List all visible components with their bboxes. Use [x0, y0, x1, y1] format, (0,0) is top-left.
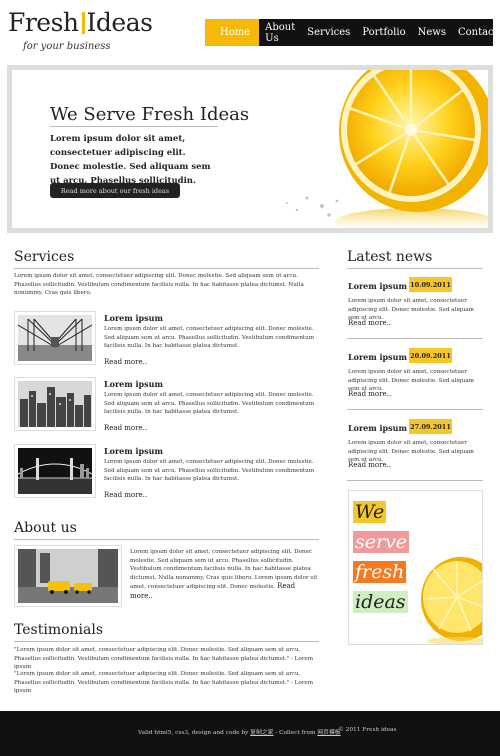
about-divider: [14, 539, 319, 540]
hero-read-more-button[interactable]: Read more about our fresh ideas: [50, 183, 180, 198]
service-title: Lorem ipsum: [104, 446, 163, 456]
news-divider: [347, 268, 483, 269]
news-heading: Latest news: [347, 249, 433, 265]
service-title: Lorem ipsum: [104, 313, 163, 323]
footer-credit-mid: - Collect from: [275, 730, 316, 736]
news-date-badge: 27.09.2011: [409, 419, 452, 434]
services-heading: Services: [14, 249, 75, 265]
news-title: Lorem ipsum: [348, 352, 407, 362]
news-date-badge: 10.09.2011: [409, 277, 452, 292]
bridge-thumbnail[interactable]: [14, 311, 96, 365]
testimonial-quote: "Lorem ipsum dolor sit amet, consectetue…: [14, 671, 314, 695]
footer-credit-prefix: Valid html5, css3, design and code by: [138, 730, 249, 736]
footer-copyright: © 2011 Fresh ideas: [338, 727, 397, 733]
promo-banner[interactable]: We serve fresh ideas: [348, 490, 483, 645]
testimonial-quote: "Lorem ipsum dolor sit amet, consectetue…: [14, 647, 314, 671]
night-bridge-thumbnail[interactable]: [14, 444, 96, 498]
nav-news[interactable]: News: [412, 19, 452, 46]
testimonials-heading: Testimonials: [14, 622, 104, 638]
nav-services[interactable]: Services: [301, 19, 356, 46]
logo-accent-bar: [81, 12, 85, 34]
news-date-badge: 20.09.2011: [409, 348, 452, 363]
news-title: Lorem ipsum: [348, 281, 407, 291]
about-text: Lorem ipsum dolor sit amet, consectetuer…: [130, 548, 318, 602]
news-read-more-link[interactable]: Read more..: [348, 461, 391, 469]
site-logo[interactable]: Fresh Ideas: [8, 8, 153, 37]
about-heading: About us: [14, 520, 77, 536]
taxi-image[interactable]: [14, 545, 122, 607]
city-thumbnail[interactable]: [14, 377, 96, 431]
service-read-more-link[interactable]: Read more..: [104, 424, 147, 432]
site-footer: Valid html5, css3, design and code by 复制…: [0, 711, 500, 756]
service-text: Lorem ipsum dolor sit amet, consectetuer…: [104, 326, 315, 350]
hero-title: We Serve Fresh Ideas: [50, 104, 250, 125]
news-read-more-link[interactable]: Read more..: [348, 319, 391, 327]
service-text: Lorem ipsum dolor sit amet, consectetuer…: [104, 392, 315, 416]
logo-word-fresh: Fresh: [8, 8, 79, 37]
footer-author-link[interactable]: 复制之家: [250, 730, 273, 736]
lemon-image: [267, 70, 488, 228]
service-item: Lorem ipsum Lorem ipsum dolor sit amet, …: [14, 377, 319, 439]
news-item: Lorem ipsum 20.09.2011 Lorem ipsum dolor…: [347, 348, 483, 416]
service-title: Lorem ipsum: [104, 379, 163, 389]
news-item: Lorem ipsum 27.09.2011 Lorem ipsum dolor…: [347, 419, 483, 487]
nav-home[interactable]: Home: [211, 19, 260, 46]
promo-word-we: We: [353, 501, 387, 523]
hero-banner: We Serve Fresh Ideas Lorem ipsum dolor s…: [7, 65, 493, 233]
service-text: Lorem ipsum dolor sit amet, consectetuer…: [104, 459, 315, 483]
services-divider: [14, 268, 319, 269]
testimonials-divider: [14, 641, 319, 642]
service-item: Lorem ipsum Lorem ipsum dolor sit amet, …: [14, 311, 319, 373]
services-intro: Lorem ipsum dolor sit amet, consectetuer…: [14, 273, 304, 297]
news-separator: [347, 338, 483, 339]
hero-divider: [50, 126, 218, 127]
nav-portfolio[interactable]: Portfolio: [356, 19, 411, 46]
hero-text: Lorem ipsum dolor sit amet, consectetuer…: [50, 134, 211, 186]
news-read-more-link[interactable]: Read more..: [348, 390, 391, 398]
footer-credit: Valid html5, css3, design and code by 复制…: [138, 727, 341, 736]
site-tagline: for your business: [23, 41, 111, 52]
nav-about-us[interactable]: About Us: [259, 19, 301, 46]
promo-word-fresh: fresh: [353, 561, 407, 583]
service-read-more-link[interactable]: Read more..: [104, 491, 147, 499]
news-title: Lorem ipsum: [348, 423, 407, 433]
promo-word-ideas: ideas: [353, 591, 408, 613]
nav-contact[interactable]: Contact: [452, 19, 500, 46]
news-item: Lorem ipsum 10.09.2011 Lorem ipsum dolor…: [347, 277, 483, 345]
news-separator: [347, 409, 483, 410]
news-separator: [347, 480, 483, 481]
promo-lemon-image: [421, 557, 482, 644]
service-read-more-link[interactable]: Read more..: [104, 358, 147, 366]
promo-word-serve: serve: [353, 531, 410, 553]
main-nav: Home About Us Services Portfolio News Co…: [205, 19, 498, 46]
service-item: Lorem ipsum Lorem ipsum dolor sit amet, …: [14, 444, 319, 506]
logo-word-ideas: Ideas: [86, 8, 153, 37]
